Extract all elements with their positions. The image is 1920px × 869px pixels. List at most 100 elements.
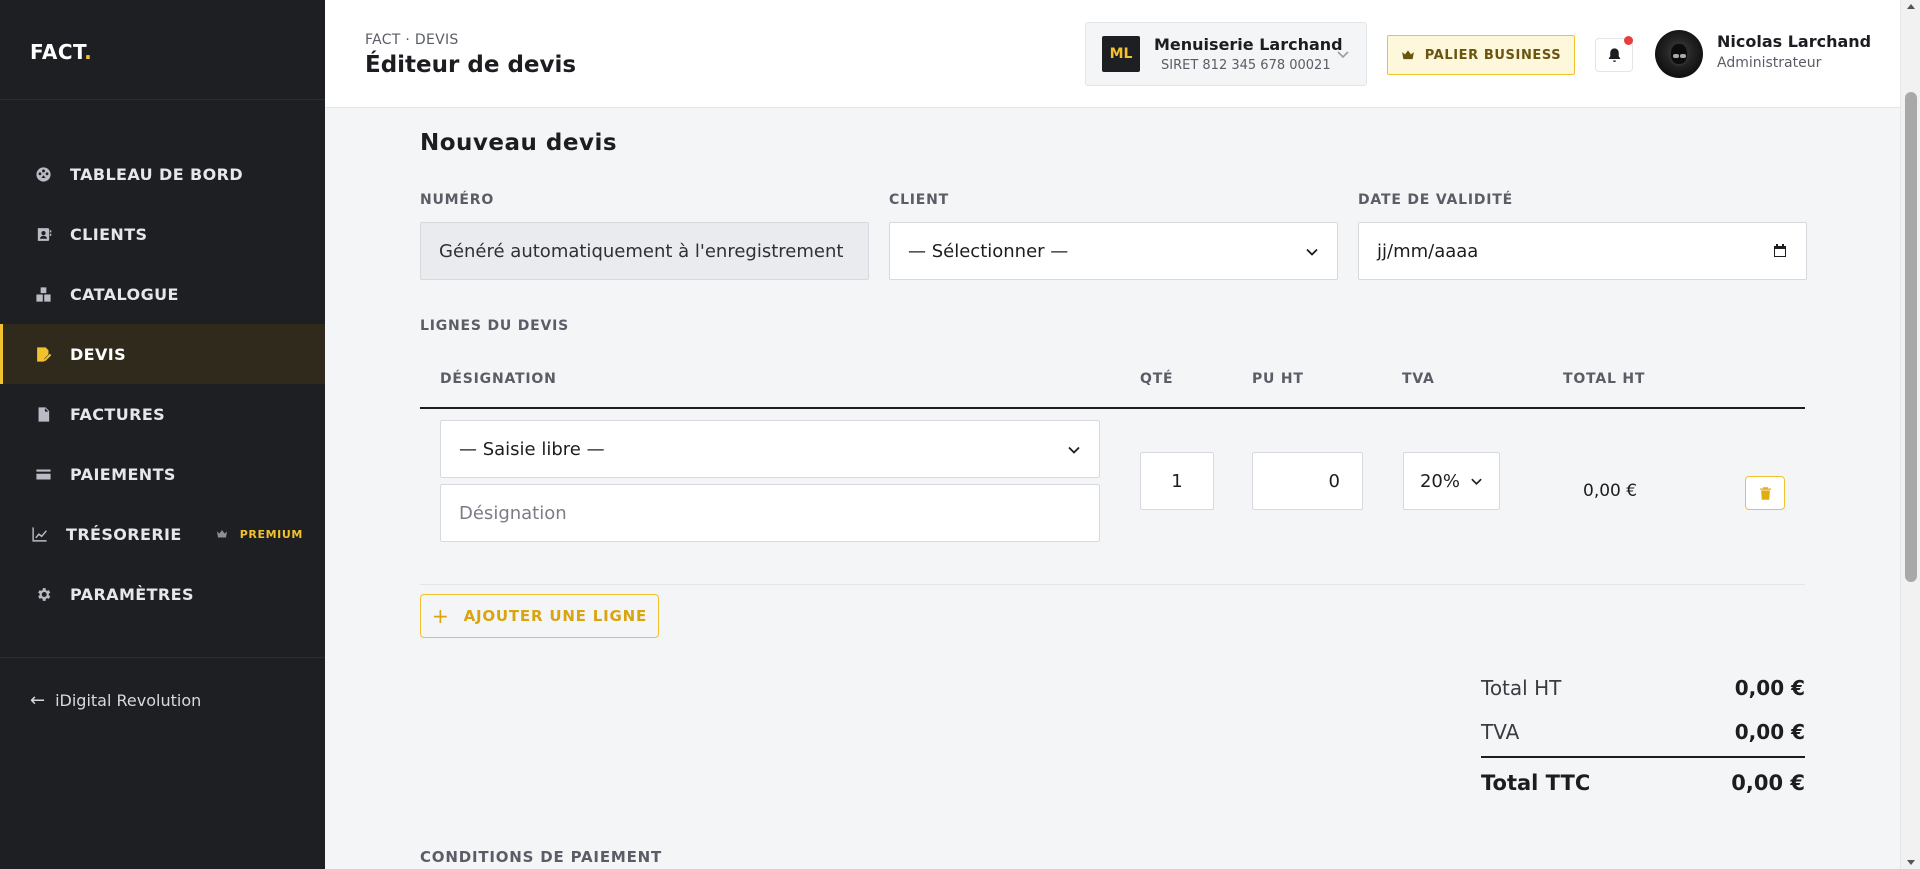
plus-icon: +: [432, 604, 450, 628]
sidebar-item-devis[interactable]: DEVIS: [0, 324, 325, 384]
scroll-down-arrow[interactable]: [1907, 860, 1915, 865]
devis-icon: [34, 345, 52, 363]
numero-value: Généré automatiquement à l'enregistremen…: [439, 240, 844, 262]
designation-placeholder: Désignation: [459, 502, 567, 524]
vat-select[interactable]: 20%: [1403, 452, 1500, 510]
validity-date-input[interactable]: jj/mm/aaaa: [1358, 222, 1807, 280]
sidebar-nav: TABLEAU DE BORD CLIENTS CATALOGUE DEVIS …: [0, 100, 325, 624]
chart-line-icon: [30, 525, 48, 543]
chevron-down-icon: [1471, 478, 1482, 485]
quantity-value: 1: [1171, 470, 1183, 492]
crown-icon: [216, 530, 227, 538]
client-select-value: — Sélectionner —: [908, 240, 1069, 262]
column-header: TVA: [1402, 371, 1435, 387]
avatar[interactable]: [1655, 30, 1703, 78]
column-header: PU HT: [1252, 371, 1304, 387]
chevron-down-icon: [1337, 51, 1349, 59]
sidebar-item-label: TRÉSORERIE: [66, 524, 182, 544]
sidebar-item-label: DEVIS: [70, 344, 127, 364]
logo-dot: .: [84, 40, 93, 64]
notification-dot: [1624, 36, 1633, 45]
catalogue-icon: [34, 285, 52, 303]
tier-business-button[interactable]: PALIER BUSINESS: [1387, 35, 1575, 75]
lines-table-header: DÉSIGNATION QTÉ PU HT TVA TOTAL HT: [420, 361, 1805, 409]
sidebar-divider: [0, 657, 325, 658]
sidebar: FACT. TABLEAU DE BORD CLIENTS CATALOGUE …: [0, 0, 325, 869]
form-title: Nouveau devis: [420, 130, 618, 156]
back-link[interactable]: ← iDigital Revolution: [30, 690, 201, 711]
sidebar-item-label: FACTURES: [70, 404, 166, 424]
sidebar-item-label: PAIEMENTS: [70, 464, 176, 484]
totals-divider: [1481, 756, 1805, 758]
sidebar-item-clients[interactable]: CLIENTS: [0, 204, 325, 264]
chevron-down-icon: [1068, 446, 1080, 454]
sidebar-item-label: PARAMÈTRES: [70, 584, 194, 604]
unit-price-input[interactable]: 0: [1252, 452, 1363, 510]
arrow-left-icon: ←: [30, 690, 46, 711]
sidebar-item-parametres[interactable]: PARAMÈTRES: [0, 564, 325, 624]
card-icon: [34, 465, 52, 483]
company-initials-badge: ML: [1102, 36, 1140, 72]
sidebar-item-tresorerie[interactable]: TRÉSORERIE PREMIUM: [0, 504, 325, 564]
dashboard-icon: [34, 165, 52, 183]
page-scrollbar[interactable]: [1900, 0, 1920, 869]
product-select[interactable]: — Saisie libre —: [440, 420, 1100, 478]
bell-icon: [1608, 47, 1620, 62]
total-ht-label: Total HT: [1481, 676, 1562, 700]
delete-line-button[interactable]: [1745, 476, 1785, 510]
company-switcher[interactable]: ML Menuiserie Larchand SIRET 812 345 678…: [1085, 22, 1367, 86]
total-ht-value: 0,00 €: [1734, 676, 1805, 700]
user-role: Administrateur: [1717, 55, 1822, 71]
total-ttc-label: Total TTC: [1481, 771, 1591, 795]
breadcrumb[interactable]: FACT · DEVIS: [365, 32, 459, 48]
line-total-ht: 0,00 €: [1583, 481, 1638, 501]
lines-label: LIGNES DU DEVIS: [420, 318, 570, 334]
total-tva-label: TVA: [1481, 720, 1520, 744]
designation-input[interactable]: Désignation: [440, 484, 1100, 542]
add-line-label: AJOUTER UNE LIGNE: [463, 607, 647, 625]
calendar-icon[interactable]: [1772, 243, 1788, 259]
sidebar-item-factures[interactable]: FACTURES: [0, 384, 325, 444]
trash-icon: [1759, 486, 1771, 500]
sidebar-item-label: TABLEAU DE BORD: [70, 164, 244, 184]
sidebar-item-paiements[interactable]: PAIEMENTS: [0, 444, 325, 504]
row-divider: [420, 584, 1805, 585]
company-siret: SIRET 812 345 678 00021: [1161, 58, 1331, 73]
top-header: FACT · DEVIS Éditeur de devis ML Menuise…: [325, 0, 1900, 108]
add-line-button[interactable]: + AJOUTER UNE LIGNE: [420, 594, 659, 638]
sidebar-item-catalogue[interactable]: CATALOGUE: [0, 264, 325, 324]
client-select[interactable]: — Sélectionner —: [889, 222, 1338, 280]
tier-button-label: PALIER BUSINESS: [1424, 47, 1562, 63]
scroll-up-arrow[interactable]: [1907, 4, 1915, 9]
unit-price-value: 0: [1328, 470, 1340, 492]
sidebar-item-label: CLIENTS: [70, 224, 148, 244]
column-header: TOTAL HT: [1563, 371, 1646, 387]
client-label: CLIENT: [889, 192, 950, 208]
premium-badge-label: PREMIUM: [239, 527, 303, 541]
chevron-down-icon: [1306, 248, 1318, 256]
gear-icon: [34, 585, 52, 603]
quantity-input[interactable]: 1: [1140, 452, 1214, 510]
payment-conditions-label: CONDITIONS DE PAIEMENT: [420, 848, 663, 866]
app-logo[interactable]: FACT.: [0, 0, 325, 100]
product-select-value: — Saisie libre —: [459, 438, 605, 460]
date-label: DATE DE VALIDITÉ: [1358, 192, 1514, 208]
date-placeholder: jj/mm/aaaa: [1377, 240, 1479, 262]
quote-editor-card: Nouveau devis NUMÉRO Généré automatiquem…: [365, 108, 1860, 869]
factures-icon: [34, 405, 52, 423]
user-name[interactable]: Nicolas Larchand: [1717, 32, 1871, 51]
back-link-label: iDigital Revolution: [55, 691, 202, 710]
scrollbar-thumb[interactable]: [1905, 92, 1917, 582]
column-header: QTÉ: [1140, 371, 1174, 387]
notifications-button[interactable]: [1595, 36, 1633, 72]
numero-label: NUMÉRO: [420, 192, 495, 208]
column-header: DÉSIGNATION: [440, 371, 557, 387]
company-name: Menuiserie Larchand: [1154, 35, 1343, 54]
crown-icon: [1401, 50, 1414, 60]
sidebar-item-tableau-de-bord[interactable]: TABLEAU DE BORD: [0, 144, 325, 204]
total-tva-value: 0,00 €: [1734, 720, 1805, 744]
page-title: Éditeur de devis: [365, 52, 577, 78]
total-ttc-value: 0,00 €: [1731, 771, 1805, 795]
premium-badge: PREMIUM: [216, 528, 303, 541]
numero-field: Généré automatiquement à l'enregistremen…: [420, 222, 869, 280]
